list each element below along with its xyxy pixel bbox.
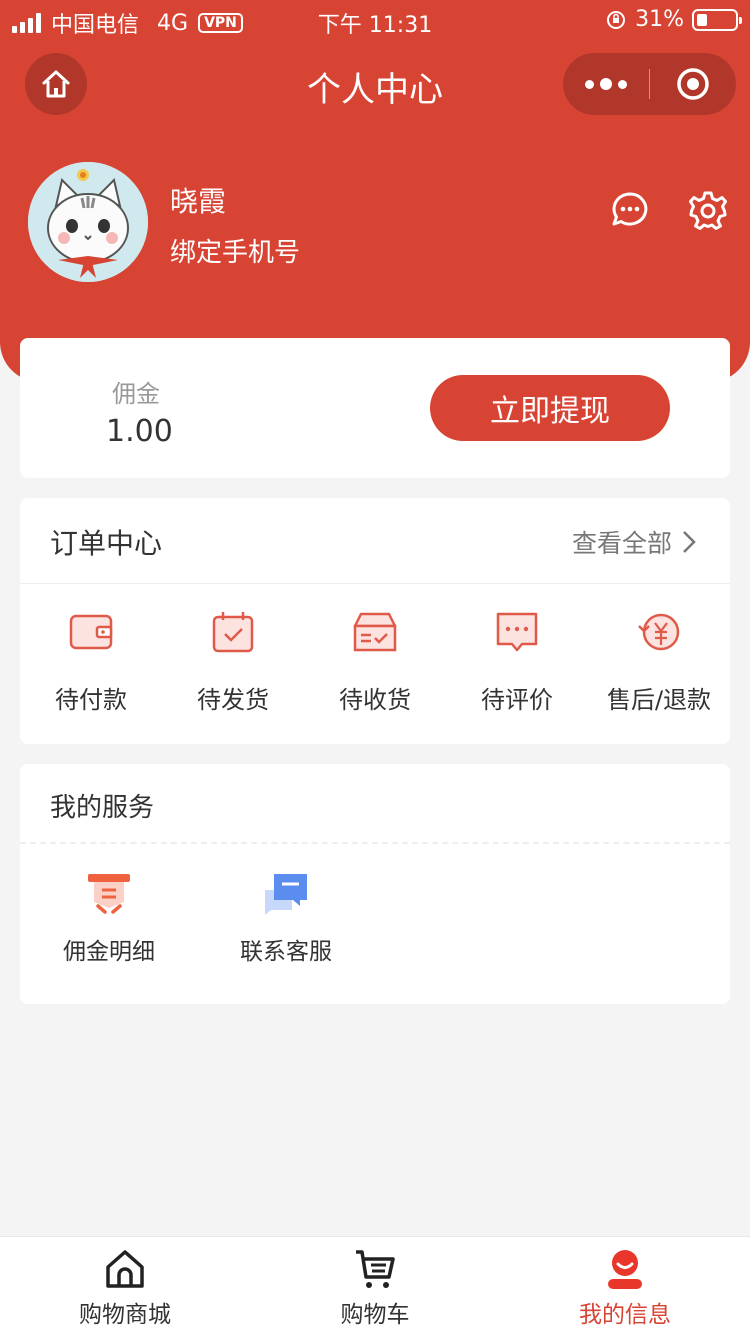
rotation-lock-icon xyxy=(607,10,626,29)
tab-label: 购物商城 xyxy=(79,1302,171,1328)
commission-label: 佣金 xyxy=(112,380,160,408)
order-item-pending-payment[interactable]: 待付款 xyxy=(20,584,162,744)
more-button[interactable] xyxy=(563,53,649,115)
tab-bar: 购物商城 购物车 我的信息 xyxy=(0,1236,750,1334)
order-item-label: 待评价 xyxy=(481,686,553,714)
service-commission-detail[interactable]: 佣金明细 xyxy=(49,870,169,966)
refund-icon xyxy=(638,613,680,651)
commission-value: 1.00 xyxy=(106,414,173,449)
order-item-pending-shipment[interactable]: 待发货 xyxy=(162,584,304,744)
user-name: 晓霞 xyxy=(170,185,227,218)
my-services-title: 我的服务 xyxy=(50,793,155,823)
wallet-icon xyxy=(69,614,113,650)
view-all-orders-link[interactable]: 查看全部 xyxy=(572,524,696,560)
customer-service-icon xyxy=(265,874,307,915)
box-icon xyxy=(353,612,397,652)
order-center-header: 订单中心 查看全部 xyxy=(20,498,730,584)
service-label: 佣金明细 xyxy=(63,939,155,965)
target-icon xyxy=(676,68,709,100)
tab-shopping-mall[interactable]: 购物商城 xyxy=(0,1237,250,1334)
tab-my-info[interactable]: 我的信息 xyxy=(500,1237,750,1334)
comment-icon xyxy=(496,612,538,652)
view-all-label: 查看全部 xyxy=(571,529,672,558)
withdraw-button[interactable]: 立即提现 xyxy=(430,375,670,441)
my-services-header: 我的服务 xyxy=(20,764,730,844)
battery-percent: 31% xyxy=(635,7,684,32)
commission-card: 佣金 1.00 立即提现 xyxy=(20,338,730,478)
calendar-check-icon xyxy=(212,612,254,653)
order-item-label: 待付款 xyxy=(55,686,127,714)
order-item-label: 待收货 xyxy=(339,686,411,714)
service-customer-support[interactable]: 联系客服 xyxy=(226,870,346,966)
order-item-pending-review[interactable]: 待评价 xyxy=(446,584,588,744)
bind-phone-link[interactable]: 绑定手机号 xyxy=(170,232,300,269)
tab-cart[interactable]: 购物车 xyxy=(250,1237,500,1334)
order-center-card: 订单中心 查看全部 待付款 待发货 待收货 待评价 售后/退款 xyxy=(20,498,730,744)
order-item-label: 售后/退款 xyxy=(606,686,712,714)
message-icon[interactable] xyxy=(610,190,650,230)
my-services-card: 我的服务 佣金明细 联系客服 xyxy=(20,764,730,1004)
close-mini-program-button[interactable] xyxy=(649,53,736,115)
gear-icon[interactable] xyxy=(688,190,728,230)
mini-program-capsule xyxy=(563,53,736,115)
user-icon xyxy=(608,1250,642,1289)
commission-detail-icon xyxy=(88,874,130,914)
tab-label: 购物车 xyxy=(340,1302,410,1328)
chevron-right-icon xyxy=(683,531,696,553)
service-label: 联系客服 xyxy=(240,939,332,965)
order-item-pending-receipt[interactable]: 待收货 xyxy=(304,584,446,744)
status-bar: 中国电信 4G VPN 下午 11:31 31% xyxy=(0,0,750,40)
avatar[interactable] xyxy=(28,162,148,282)
cart-icon xyxy=(356,1250,395,1288)
tab-label: 我的信息 xyxy=(579,1302,671,1328)
order-item-after-sales[interactable]: 售后/退款 xyxy=(588,584,730,744)
order-item-label: 待发货 xyxy=(197,686,269,714)
home-icon xyxy=(106,1250,144,1288)
battery-icon xyxy=(692,8,742,31)
cat-avatar-icon xyxy=(28,162,148,282)
order-center-title: 订单中心 xyxy=(50,527,163,560)
